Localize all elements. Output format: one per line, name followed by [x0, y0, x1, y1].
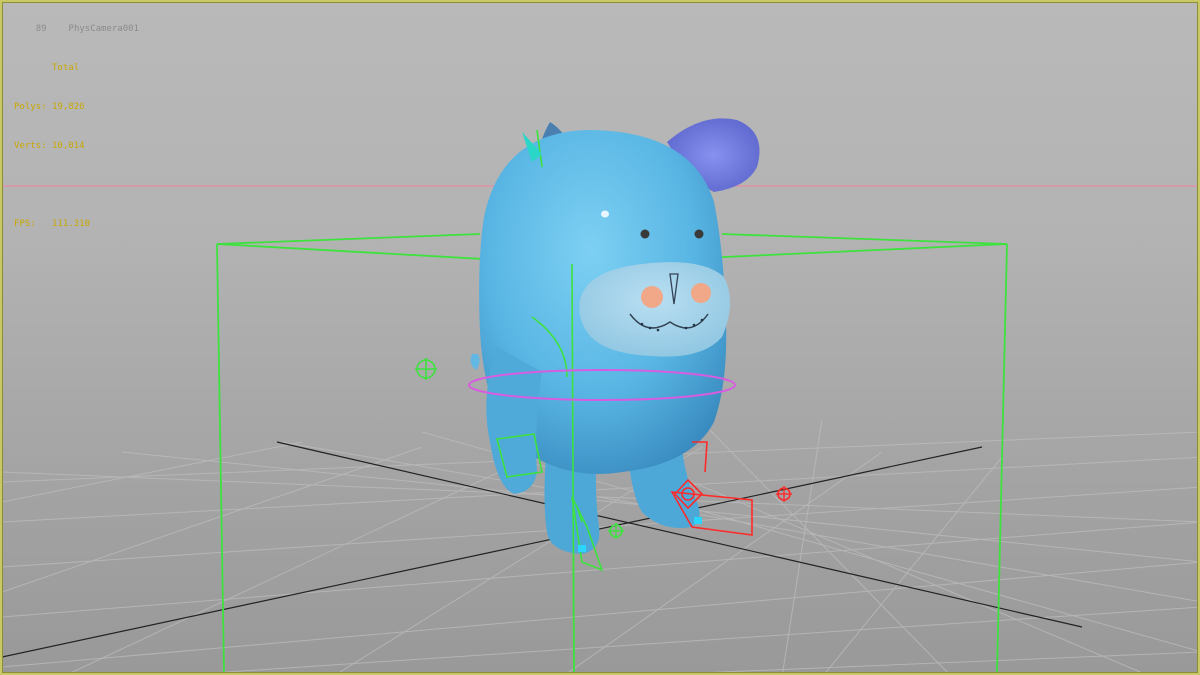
3d-viewport[interactable]: 89 PhysCamera001 Total Polys: 19,826 Verts… [0, 0, 1200, 675]
stat-label: Verts: [14, 141, 47, 151]
stats-header: Total [52, 63, 80, 73]
stat-row-polys: Polys: 19,826 [14, 101, 90, 114]
right-eye [694, 229, 704, 239]
fps-value: 111.310 [52, 219, 90, 229]
stat-row-verts: Verts: 10,014 [14, 140, 90, 153]
stat-value: 19,826 [52, 102, 85, 112]
foot-marker-right[interactable] [694, 517, 702, 524]
right-cheek [691, 283, 711, 303]
stat-value: 10,014 [52, 141, 85, 151]
left-cheek [641, 286, 663, 308]
stat-row-fps: FPS: 111.310 [14, 218, 90, 231]
left-hand-gizmo[interactable] [415, 358, 437, 380]
scene-canvas[interactable] [2, 2, 1200, 675]
left-arm[interactable] [486, 347, 542, 494]
muzzle[interactable] [579, 262, 731, 357]
left-eye [640, 229, 650, 239]
head-highlight [601, 210, 609, 218]
frame-number: 89 [35, 24, 47, 34]
statistics-overlay: Total Polys: 19,826 Verts: 10,014 FPS: 111.… [14, 36, 90, 257]
stat-label: Polys: [14, 102, 47, 112]
tail-nub [470, 354, 480, 370]
camera-name[interactable]: PhysCamera001 [69, 24, 139, 34]
foot-marker-left[interactable] [578, 545, 586, 552]
fps-label: FPS: [14, 219, 36, 229]
